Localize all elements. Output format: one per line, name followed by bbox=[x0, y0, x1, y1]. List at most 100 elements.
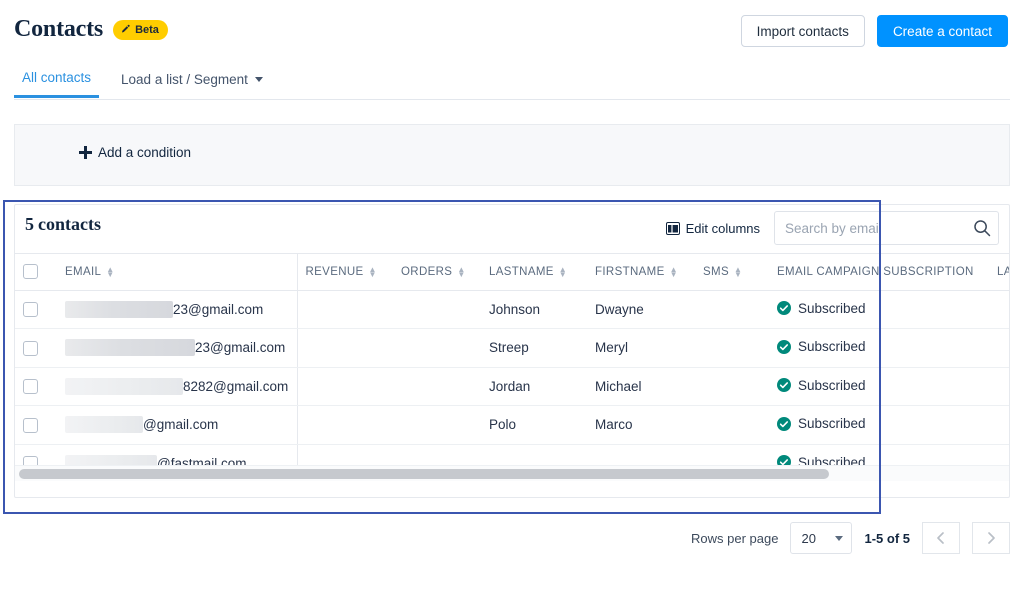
columns-icon bbox=[666, 222, 680, 235]
cell-lastname: Jordan bbox=[481, 367, 587, 406]
column-header-subscription-label: EMAIL CAMPAIGN SUBSCRIPTION bbox=[777, 266, 974, 278]
column-header-firstname[interactable]: FIRSTNAME ▲▼ bbox=[587, 254, 695, 290]
row-select-cell bbox=[15, 367, 57, 406]
title-wrap: Contacts Beta bbox=[14, 16, 168, 43]
tab-all-contacts[interactable]: All contacts bbox=[14, 66, 99, 98]
table-row[interactable]: 8282@gmail.com Jordan Michael Subscrib bbox=[15, 367, 1010, 406]
table-row[interactable]: 23@gmail.com Johnson Dwayne Subscribed bbox=[15, 290, 1010, 329]
cell-email: 8282@gmail.com bbox=[57, 367, 297, 406]
table-header-row: EMAIL ▲▼ REVENUE ▲▼ ORDERS ▲▼ bbox=[15, 254, 1010, 290]
pagination-range: 1-5 of 5 bbox=[864, 531, 910, 546]
contacts-count-label: contacts bbox=[38, 214, 101, 234]
cell-orders bbox=[393, 406, 481, 445]
row-checkbox[interactable] bbox=[23, 302, 38, 317]
next-page-button[interactable] bbox=[972, 522, 1010, 554]
rows-per-page-value: 20 bbox=[801, 531, 815, 546]
cell-last: 14 bbox=[989, 406, 1010, 445]
subscription-status: Subscribed bbox=[798, 339, 866, 354]
sort-icon-revenue[interactable]: ▲▼ bbox=[369, 267, 377, 277]
row-checkbox[interactable] bbox=[23, 341, 38, 356]
rows-per-page-label: Rows per page bbox=[691, 531, 778, 546]
cell-last: 14 bbox=[989, 329, 1010, 368]
header-actions: Import contacts Create a contact bbox=[741, 15, 1008, 47]
row-checkbox[interactable] bbox=[23, 379, 38, 394]
column-header-last[interactable]: LA bbox=[989, 254, 1010, 290]
redaction-block bbox=[65, 416, 143, 433]
cell-orders bbox=[393, 290, 481, 329]
cell-revenue bbox=[297, 406, 393, 445]
add-condition-button[interactable]: Add a condition bbox=[79, 145, 191, 160]
column-header-lastname-label: LASTNAME bbox=[489, 266, 554, 278]
column-header-sms[interactable]: SMS ▲▼ bbox=[695, 254, 769, 290]
subscription-status: Subscribed bbox=[798, 378, 866, 393]
cell-lastname: Polo bbox=[481, 406, 587, 445]
sort-icon-sms[interactable]: ▲▼ bbox=[734, 267, 742, 277]
import-contacts-button[interactable]: Import contacts bbox=[741, 15, 865, 47]
sort-icon-email[interactable]: ▲▼ bbox=[106, 267, 114, 277]
pagination: Rows per page 20 1-5 of 5 bbox=[691, 522, 1010, 554]
horizontal-scrollbar[interactable] bbox=[15, 465, 1010, 481]
cell-sms bbox=[695, 329, 769, 368]
sort-icon-lastname[interactable]: ▲▼ bbox=[559, 267, 567, 277]
cell-email: @gmail.com bbox=[57, 406, 297, 445]
table-body: 23@gmail.com Johnson Dwayne Subscribed bbox=[15, 290, 1010, 481]
edit-columns-button[interactable]: Edit columns bbox=[666, 221, 760, 236]
redaction-block bbox=[65, 301, 173, 318]
search-icon[interactable] bbox=[972, 218, 992, 238]
table-toolbar: 5contacts Edit columns bbox=[15, 205, 1009, 253]
search-input[interactable] bbox=[775, 212, 965, 244]
tab-load-list-segment[interactable]: Load a list / Segment bbox=[113, 66, 271, 98]
sort-icon-orders[interactable]: ▲▼ bbox=[457, 267, 465, 277]
tabs: All contacts Load a list / Segment bbox=[14, 66, 271, 98]
subscription-status: Subscribed bbox=[798, 301, 866, 316]
beta-badge-label: Beta bbox=[135, 24, 159, 36]
cell-last: 14 bbox=[989, 367, 1010, 406]
contacts-table: EMAIL ▲▼ REVENUE ▲▼ ORDERS ▲▼ bbox=[15, 254, 1010, 481]
table-head: EMAIL ▲▼ REVENUE ▲▼ ORDERS ▲▼ bbox=[15, 254, 1010, 290]
cell-subscription: Subscribed bbox=[769, 367, 989, 406]
cell-last: 14 bbox=[989, 290, 1010, 329]
column-header-orders[interactable]: ORDERS ▲▼ bbox=[393, 254, 481, 290]
column-header-lastname[interactable]: LASTNAME ▲▼ bbox=[481, 254, 587, 290]
redaction-block bbox=[65, 378, 183, 395]
cell-orders bbox=[393, 329, 481, 368]
row-select-cell bbox=[15, 290, 57, 329]
previous-page-button[interactable] bbox=[922, 522, 960, 554]
cell-sms bbox=[695, 367, 769, 406]
cell-email: 23@gmail.com bbox=[57, 290, 297, 329]
horizontal-scrollbar-thumb[interactable] bbox=[19, 469, 829, 479]
row-select-cell bbox=[15, 406, 57, 445]
sort-icon-firstname[interactable]: ▲▼ bbox=[670, 267, 678, 277]
rows-per-page-select[interactable]: 20 bbox=[790, 522, 852, 554]
email-text: 23@gmail.com bbox=[173, 302, 263, 317]
check-circle-icon bbox=[777, 340, 791, 354]
tab-all-contacts-label: All contacts bbox=[22, 70, 91, 85]
column-header-sms-label: SMS bbox=[703, 266, 729, 278]
cell-lastname: Johnson bbox=[481, 290, 587, 329]
cell-subscription: Subscribed bbox=[769, 406, 989, 445]
column-header-email-label: EMAIL bbox=[65, 266, 101, 278]
create-contact-button[interactable]: Create a contact bbox=[877, 15, 1008, 47]
select-all-checkbox[interactable] bbox=[23, 264, 38, 279]
toolbar-right: Edit columns bbox=[666, 211, 999, 245]
table-row[interactable]: 23@gmail.com Streep Meryl Subscribed bbox=[15, 329, 1010, 368]
chevron-down-icon bbox=[255, 77, 263, 82]
column-header-last-label: LA bbox=[997, 266, 1010, 278]
row-checkbox[interactable] bbox=[23, 418, 38, 433]
cell-revenue bbox=[297, 290, 393, 329]
condition-panel: Add a condition bbox=[14, 124, 1010, 186]
contacts-count: 5contacts bbox=[25, 214, 101, 235]
pencil-icon bbox=[120, 24, 131, 35]
contacts-count-number: 5 bbox=[25, 214, 34, 234]
check-circle-icon bbox=[777, 417, 791, 431]
chevron-left-icon bbox=[933, 530, 949, 546]
table-row[interactable]: @gmail.com Polo Marco Subscribed bbox=[15, 406, 1010, 445]
row-select-cell bbox=[15, 329, 57, 368]
cell-sms bbox=[695, 290, 769, 329]
cell-firstname: Michael bbox=[587, 367, 695, 406]
redaction-block bbox=[65, 339, 195, 356]
column-header-email[interactable]: EMAIL ▲▼ bbox=[57, 254, 297, 290]
column-header-revenue[interactable]: REVENUE ▲▼ bbox=[297, 254, 393, 290]
table-scroll-area[interactable]: EMAIL ▲▼ REVENUE ▲▼ ORDERS ▲▼ bbox=[15, 253, 1010, 481]
column-header-subscription[interactable]: EMAIL CAMPAIGN SUBSCRIPTION bbox=[769, 254, 989, 290]
